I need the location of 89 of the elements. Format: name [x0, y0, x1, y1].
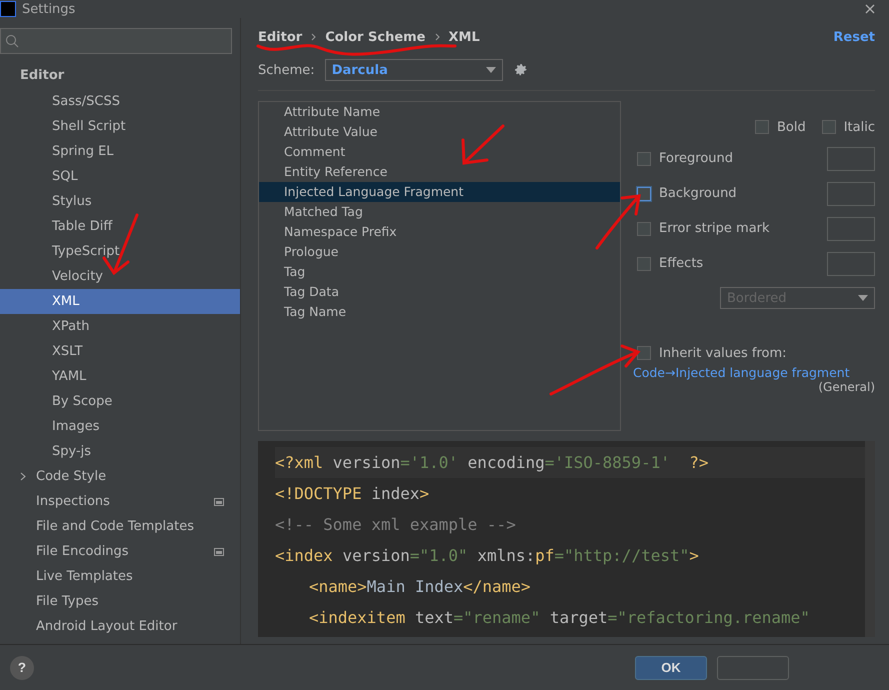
checkbox[interactable]: [822, 120, 836, 134]
code-line: <name>Main Index</name>: [308, 576, 532, 598]
sidebar-label: File and Code Templates: [36, 519, 195, 534]
annotation-arrow: [596, 194, 641, 250]
list-item[interactable]: Attribute Name: [259, 102, 620, 122]
list-item[interactable]: Tag: [259, 262, 620, 282]
checkbox[interactable]: [637, 256, 651, 270]
list-item[interactable]: Comment: [259, 142, 620, 162]
sidebar-item[interactable]: File Types: [0, 589, 240, 614]
sidebar-item[interactable]: File and Code Templates: [0, 514, 240, 539]
reset-link[interactable]: Reset: [833, 30, 875, 44]
checkbox-label: Foreground: [659, 151, 734, 166]
sidebar-item[interactable]: Android Layout Editor: [0, 614, 240, 639]
sidebar-item[interactable]: XML: [0, 289, 240, 314]
list-item[interactable]: Entity Reference: [259, 162, 620, 182]
search-icon: [5, 34, 19, 48]
checkbox-label: Effects: [659, 256, 704, 271]
sidebar-item[interactable]: File Encodings: [0, 539, 240, 564]
checkbox-label: Error stripe mark: [659, 221, 770, 236]
sidebar-item[interactable]: XPath: [0, 314, 240, 339]
sidebar-label: File Types: [36, 594, 100, 609]
sidebar-label: Live Templates: [36, 569, 134, 584]
sidebar-item[interactable]: Stylus: [0, 189, 240, 214]
dialog-button[interactable]: [717, 656, 789, 680]
checkbox[interactable]: [754, 120, 769, 134]
project-icon: [214, 498, 224, 506]
ok-button[interactable]: OK: [635, 656, 707, 680]
chevron-icon: [311, 33, 316, 41]
code-line: <index version="1.0" xmlns:pf="http://test">: [275, 545, 700, 567]
list-item[interactable]: Tag Data: [259, 282, 620, 302]
sidebar-item[interactable]: Spring EL: [0, 139, 240, 164]
color-swatch[interactable]: [827, 182, 875, 206]
sidebar-item[interactable]: Images: [0, 414, 240, 439]
breadcrumb-item[interactable]: Editor: [258, 30, 302, 44]
sidebar-label: Code Style: [36, 469, 108, 484]
sidebar-item[interactable]: Inspections: [0, 489, 240, 514]
sidebar-item[interactable]: By Scope: [0, 389, 240, 414]
sidebar-item[interactable]: XSLT: [0, 339, 240, 364]
chevron-icon[interactable]: [20, 472, 26, 481]
annotation-arrow: [462, 124, 504, 165]
scheme-dropdown[interactable]: Darcula: [324, 59, 503, 81]
section-header: Editor: [19, 67, 66, 85]
color-swatch[interactable]: [827, 146, 875, 170]
close-icon[interactable]: [865, 4, 875, 14]
list-item[interactable]: Matched Tag: [259, 202, 620, 222]
color-swatch[interactable]: [827, 216, 875, 240]
help-button[interactable]: ?: [10, 656, 34, 680]
list-item[interactable]: Namespace Prefix: [259, 222, 620, 242]
list-item[interactable]: Tag Name: [259, 302, 620, 322]
breadcrumb-item[interactable]: Color Scheme: [325, 30, 426, 44]
scheme-label: Scheme:: [258, 62, 315, 78]
checkbox[interactable]: [637, 222, 651, 236]
sidebar-item[interactable]: Sass/SCSS: [0, 89, 240, 114]
checkbox[interactable]: [637, 152, 651, 166]
color-swatch[interactable]: [827, 252, 875, 276]
list-item[interactable]: Prologue: [259, 242, 620, 262]
breadcrumb-item[interactable]: XML: [448, 30, 480, 44]
code-line: <!-- Some xml example -->: [275, 514, 517, 536]
sidebar-label: Android Layout Editor: [36, 619, 178, 634]
sidebar-item[interactable]: TypeScript: [0, 239, 240, 264]
code-line: <indexitem text="rename" target="refactoring.rename": [308, 607, 811, 629]
checkbox-label: Bold: [776, 120, 806, 134]
sidebar-label: File Encodings: [36, 544, 130, 559]
checkbox-label: Italic: [844, 120, 875, 134]
project-icon: [214, 548, 224, 556]
code-line: <!DOCTYPE index>: [275, 483, 430, 505]
inherit-link[interactable]: Code→Injected language fragment: [633, 365, 875, 380]
chevron-icon: [434, 33, 440, 41]
sidebar-item[interactable]: YAML: [0, 364, 240, 389]
search-field[interactable]: [0, 28, 232, 54]
caret-icon: [486, 67, 496, 73]
gear-icon[interactable]: [512, 62, 529, 78]
checkbox-label: Inherit values from:: [659, 346, 787, 360]
sidebar-item[interactable]: Table Diff: [0, 214, 240, 239]
list-item[interactable]: Injected Language Fragment: [259, 182, 620, 202]
sidebar-item[interactable]: Velocity: [0, 264, 240, 289]
sidebar-item[interactable]: Code Style: [0, 464, 240, 489]
sidebar-item[interactable]: Live Templates: [0, 564, 240, 589]
sidebar-item[interactable]: Shell Script: [0, 114, 240, 139]
app-icon: [0, 1, 16, 17]
sidebar-item[interactable]: SQL: [0, 164, 240, 189]
window-title: Settings: [22, 2, 76, 16]
scope-label: (General): [818, 380, 875, 394]
caret-icon: [858, 295, 868, 301]
list-item[interactable]: Attribute Value: [259, 122, 620, 142]
sidebar-item[interactable]: Spy-js: [0, 439, 240, 464]
sidebar-label: Inspections: [36, 494, 111, 509]
checkbox[interactable]: [637, 346, 651, 360]
checkbox-label: Background: [659, 186, 737, 201]
